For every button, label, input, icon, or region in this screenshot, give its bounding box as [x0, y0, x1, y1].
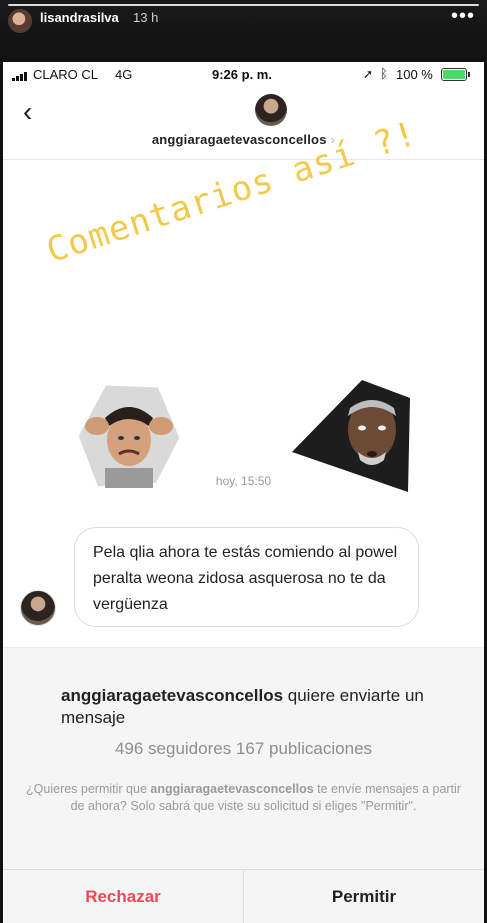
- request-actions: Rechazar Permitir: [3, 869, 484, 923]
- note-prefix: ¿Quieres permitir que: [26, 782, 151, 796]
- message-request-panel: anggiaragaetevasconcellos quiere enviart…: [3, 647, 484, 923]
- story-username[interactable]: lisandrasilva: [40, 10, 119, 25]
- three-dots-icon[interactable]: •••: [451, 5, 475, 28]
- message-bubble: Pela qlia ahora te estás comiendo al pow…: [74, 527, 419, 627]
- status-bar: CLARO CL 4G 9:26 p. m. ➚ ᛒ 100 %: [3, 62, 484, 88]
- chevron-left-icon[interactable]: ‹: [23, 96, 32, 128]
- story-time-ago: 13 h: [133, 10, 159, 25]
- header-username-text: anggiaragaetevasconcellos: [151, 132, 327, 147]
- note-username: anggiaragaetevasconcellos: [150, 782, 314, 796]
- profile-counts: 496 seguidores 167 publicaciones: [114, 739, 373, 758]
- request-username[interactable]: anggiaragaetevasconcellos: [61, 686, 283, 705]
- reject-button[interactable]: Rechazar: [3, 870, 244, 923]
- battery-percent: 100 %: [396, 67, 433, 82]
- story-progress-bar: [8, 4, 479, 6]
- sender-avatar[interactable]: [20, 590, 56, 626]
- request-title: anggiaragaetevasconcellos quiere enviart…: [61, 685, 441, 729]
- story-avatar[interactable]: [8, 9, 32, 33]
- dm-screenshot: CLARO CL 4G 9:26 p. m. ➚ ᛒ 100 % ‹ anggi…: [3, 62, 484, 923]
- story-header: lisandrasilva 13 h •••: [0, 0, 487, 62]
- request-note: ¿Quieres permitir que anggiaragaetevasco…: [25, 781, 462, 815]
- bluetooth-icon: ᛒ: [380, 66, 388, 81]
- location-arrow-icon: ➚: [363, 67, 374, 81]
- avatar[interactable]: [255, 94, 287, 126]
- network-type: 4G: [115, 67, 133, 82]
- status-time: 9:26 p. m.: [212, 67, 272, 82]
- battery-icon: [441, 68, 470, 81]
- signal-icon: [12, 71, 30, 81]
- carrier-name: CLARO CL: [33, 67, 99, 82]
- meme-sticker-shocked: [292, 380, 410, 492]
- accept-button[interactable]: Permitir: [244, 870, 484, 923]
